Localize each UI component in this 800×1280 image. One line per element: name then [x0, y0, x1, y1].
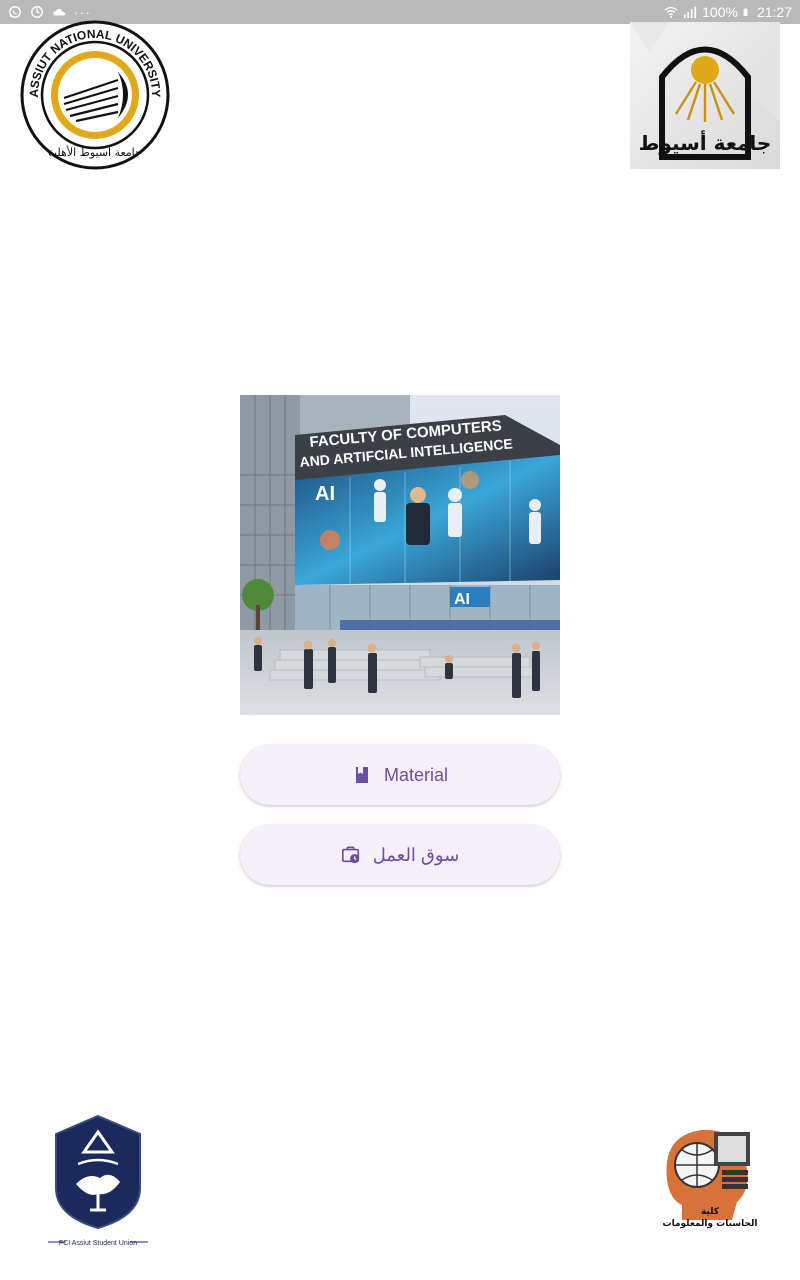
book-icon	[355, 767, 368, 783]
faculty-building-image: FACULTY OF COMPUTERS AND ARTIFCIAL INTEL…	[240, 395, 560, 715]
battery-icon	[743, 8, 748, 16]
status-bar-notifications: ···	[8, 3, 91, 21]
student-union-logo: FCI Assiut Student Union	[44, 1112, 152, 1252]
assiut-national-university-logo: ASSIUT NATIONAL UNIVERSITY جامعة أسيوط ا…	[20, 20, 170, 170]
clock: 21:27	[756, 4, 792, 20]
sync-icon	[31, 6, 43, 18]
material-button-label: Material	[383, 764, 449, 785]
assiut-university-logo: جامعة أسيوط	[630, 22, 780, 169]
fci-faculty-logo: كلية الحاسبات والمعلومات	[652, 1110, 772, 1235]
job-market-button-label: سوق العمل	[372, 844, 460, 865]
screen-ai-text: AI	[315, 483, 335, 505]
svg-text:AI: AI	[454, 591, 470, 608]
more-notifications-icon: ···	[74, 4, 91, 20]
battery-percent: 100%	[702, 4, 738, 20]
work-history-icon	[341, 846, 359, 864]
anu-logo-arabic: جامعة أسيوط الأهلية	[48, 145, 142, 159]
student-union-text: FCI Assiut Student Union	[59, 1240, 137, 1247]
whatsapp-icon	[9, 6, 21, 18]
cloud-icon	[53, 8, 66, 16]
fci-logo-text-2: الحاسبات والمعلومات	[663, 1219, 758, 1229]
material-button[interactable]: Material	[240, 745, 560, 805]
wifi-icon	[664, 6, 678, 18]
fci-logo-text-1: كلية	[701, 1207, 720, 1217]
aun-logo-arabic: جامعة أسيوط	[639, 129, 772, 155]
signal-icon	[684, 6, 697, 19]
status-bar-system: 100% 21:27	[664, 3, 792, 21]
job-market-button[interactable]: سوق العمل	[240, 825, 560, 885]
